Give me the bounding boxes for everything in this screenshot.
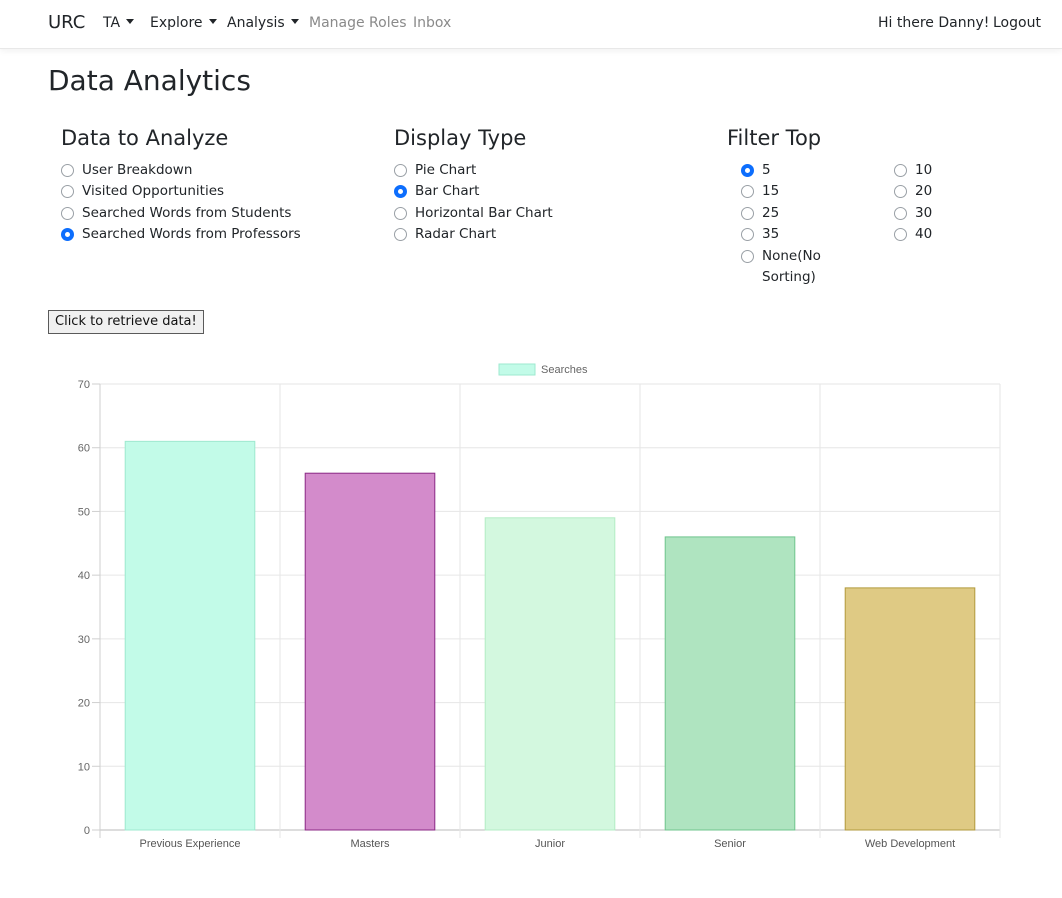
radio-button[interactable]: [394, 227, 407, 241]
brand-link[interactable]: URC: [48, 12, 85, 33]
y-tick-label: 30: [78, 634, 90, 646]
x-tick-label: Web Development: [865, 838, 955, 850]
radio-radar-chart[interactable]: Radar Chart: [394, 225, 496, 243]
radio-horizontal-bar-chart[interactable]: Horizontal Bar Chart: [394, 204, 553, 222]
radio-top-40[interactable]: 40: [894, 225, 932, 243]
radio-visited-opportunities[interactable]: Visited Opportunities: [61, 182, 224, 200]
data-to-analyze-heading: Data to Analyze: [61, 126, 229, 150]
radio-button-checked[interactable]: [394, 184, 407, 198]
bar-masters: [304, 472, 436, 831]
x-tick-label: Senior: [714, 838, 746, 850]
radio-none-no-sorting[interactable]: None(No: [741, 247, 821, 265]
x-tick-label: Masters: [350, 838, 390, 850]
radio-top-35[interactable]: 35: [741, 225, 779, 243]
y-tick-label: 20: [78, 698, 90, 710]
radio-bar-chart[interactable]: Bar Chart: [394, 182, 479, 200]
radio-button[interactable]: [741, 249, 754, 263]
radio-pie-chart[interactable]: Pie Chart: [394, 161, 476, 179]
radio-button[interactable]: [61, 184, 74, 198]
y-tick-label: 60: [78, 443, 90, 455]
radio-top-20[interactable]: 20: [894, 182, 932, 200]
nav-inbox[interactable]: Inbox: [413, 15, 451, 31]
navbar: URC TA Explore Analysis Manage Roles Inb…: [0, 0, 1062, 49]
nav-analysis-dropdown[interactable]: Analysis: [227, 15, 299, 31]
bar-senior: [664, 536, 796, 831]
legend-swatch: [498, 363, 536, 376]
nav-explore-dropdown[interactable]: Explore: [150, 15, 217, 31]
y-tick-label: 0: [84, 825, 90, 837]
radio-button[interactable]: [741, 206, 754, 220]
y-tick-label: 70: [78, 379, 90, 391]
radio-button[interactable]: [894, 227, 907, 241]
legend-label: Searches: [541, 364, 588, 376]
radio-button[interactable]: [894, 184, 907, 198]
caret-down-icon: [126, 19, 135, 24]
retrieve-data-button[interactable]: Click to retrieve data!: [48, 310, 204, 334]
radio-top-5[interactable]: 5: [741, 161, 771, 179]
bar-web-development: [844, 587, 976, 831]
filter-top-heading: Filter Top: [727, 126, 822, 150]
radio-button[interactable]: [394, 206, 407, 220]
radio-button[interactable]: [894, 206, 907, 220]
radio-button[interactable]: [894, 163, 907, 177]
radio-top-25[interactable]: 25: [741, 204, 779, 222]
logout-link[interactable]: Logout: [993, 15, 1041, 31]
bar-junior: [484, 517, 616, 831]
y-tick-label: 10: [78, 761, 90, 773]
radio-top-30[interactable]: 30: [894, 204, 932, 222]
radio-button[interactable]: [741, 227, 754, 241]
radio-button[interactable]: [61, 163, 74, 177]
radio-button[interactable]: [394, 163, 407, 177]
x-tick-label: Previous Experience: [140, 838, 241, 850]
caret-down-icon: [290, 19, 299, 24]
y-tick-label: 50: [78, 506, 90, 518]
radio-searched-words-students[interactable]: Searched Words from Students: [61, 204, 291, 222]
bar-previous-experience: [124, 440, 256, 831]
user-greeting: Hi there Danny!: [878, 15, 990, 31]
radio-button[interactable]: [741, 184, 754, 198]
y-tick-label: 40: [78, 570, 90, 582]
display-type-heading: Display Type: [394, 126, 527, 150]
none-no-sorting-label-line2: Sorting): [762, 269, 816, 285]
radio-button-checked[interactable]: [61, 227, 74, 241]
nav-ta-dropdown[interactable]: TA: [103, 15, 135, 31]
nav-manage-roles[interactable]: Manage Roles: [309, 15, 407, 31]
radio-user-breakdown[interactable]: User Breakdown: [61, 161, 192, 179]
radio-top-10[interactable]: 10: [894, 161, 932, 179]
radio-searched-words-professors[interactable]: Searched Words from Professors: [61, 225, 301, 243]
radio-button[interactable]: [61, 206, 74, 220]
bar-chart: 0 10 20 30 40 50 60 70 Previous Experience Master…: [78, 363, 1001, 850]
caret-down-icon: [208, 19, 217, 24]
page-title: Data Analytics: [48, 64, 251, 97]
radio-top-15[interactable]: 15: [741, 182, 779, 200]
radio-button-checked[interactable]: [741, 163, 754, 177]
x-tick-label: Junior: [535, 838, 565, 850]
